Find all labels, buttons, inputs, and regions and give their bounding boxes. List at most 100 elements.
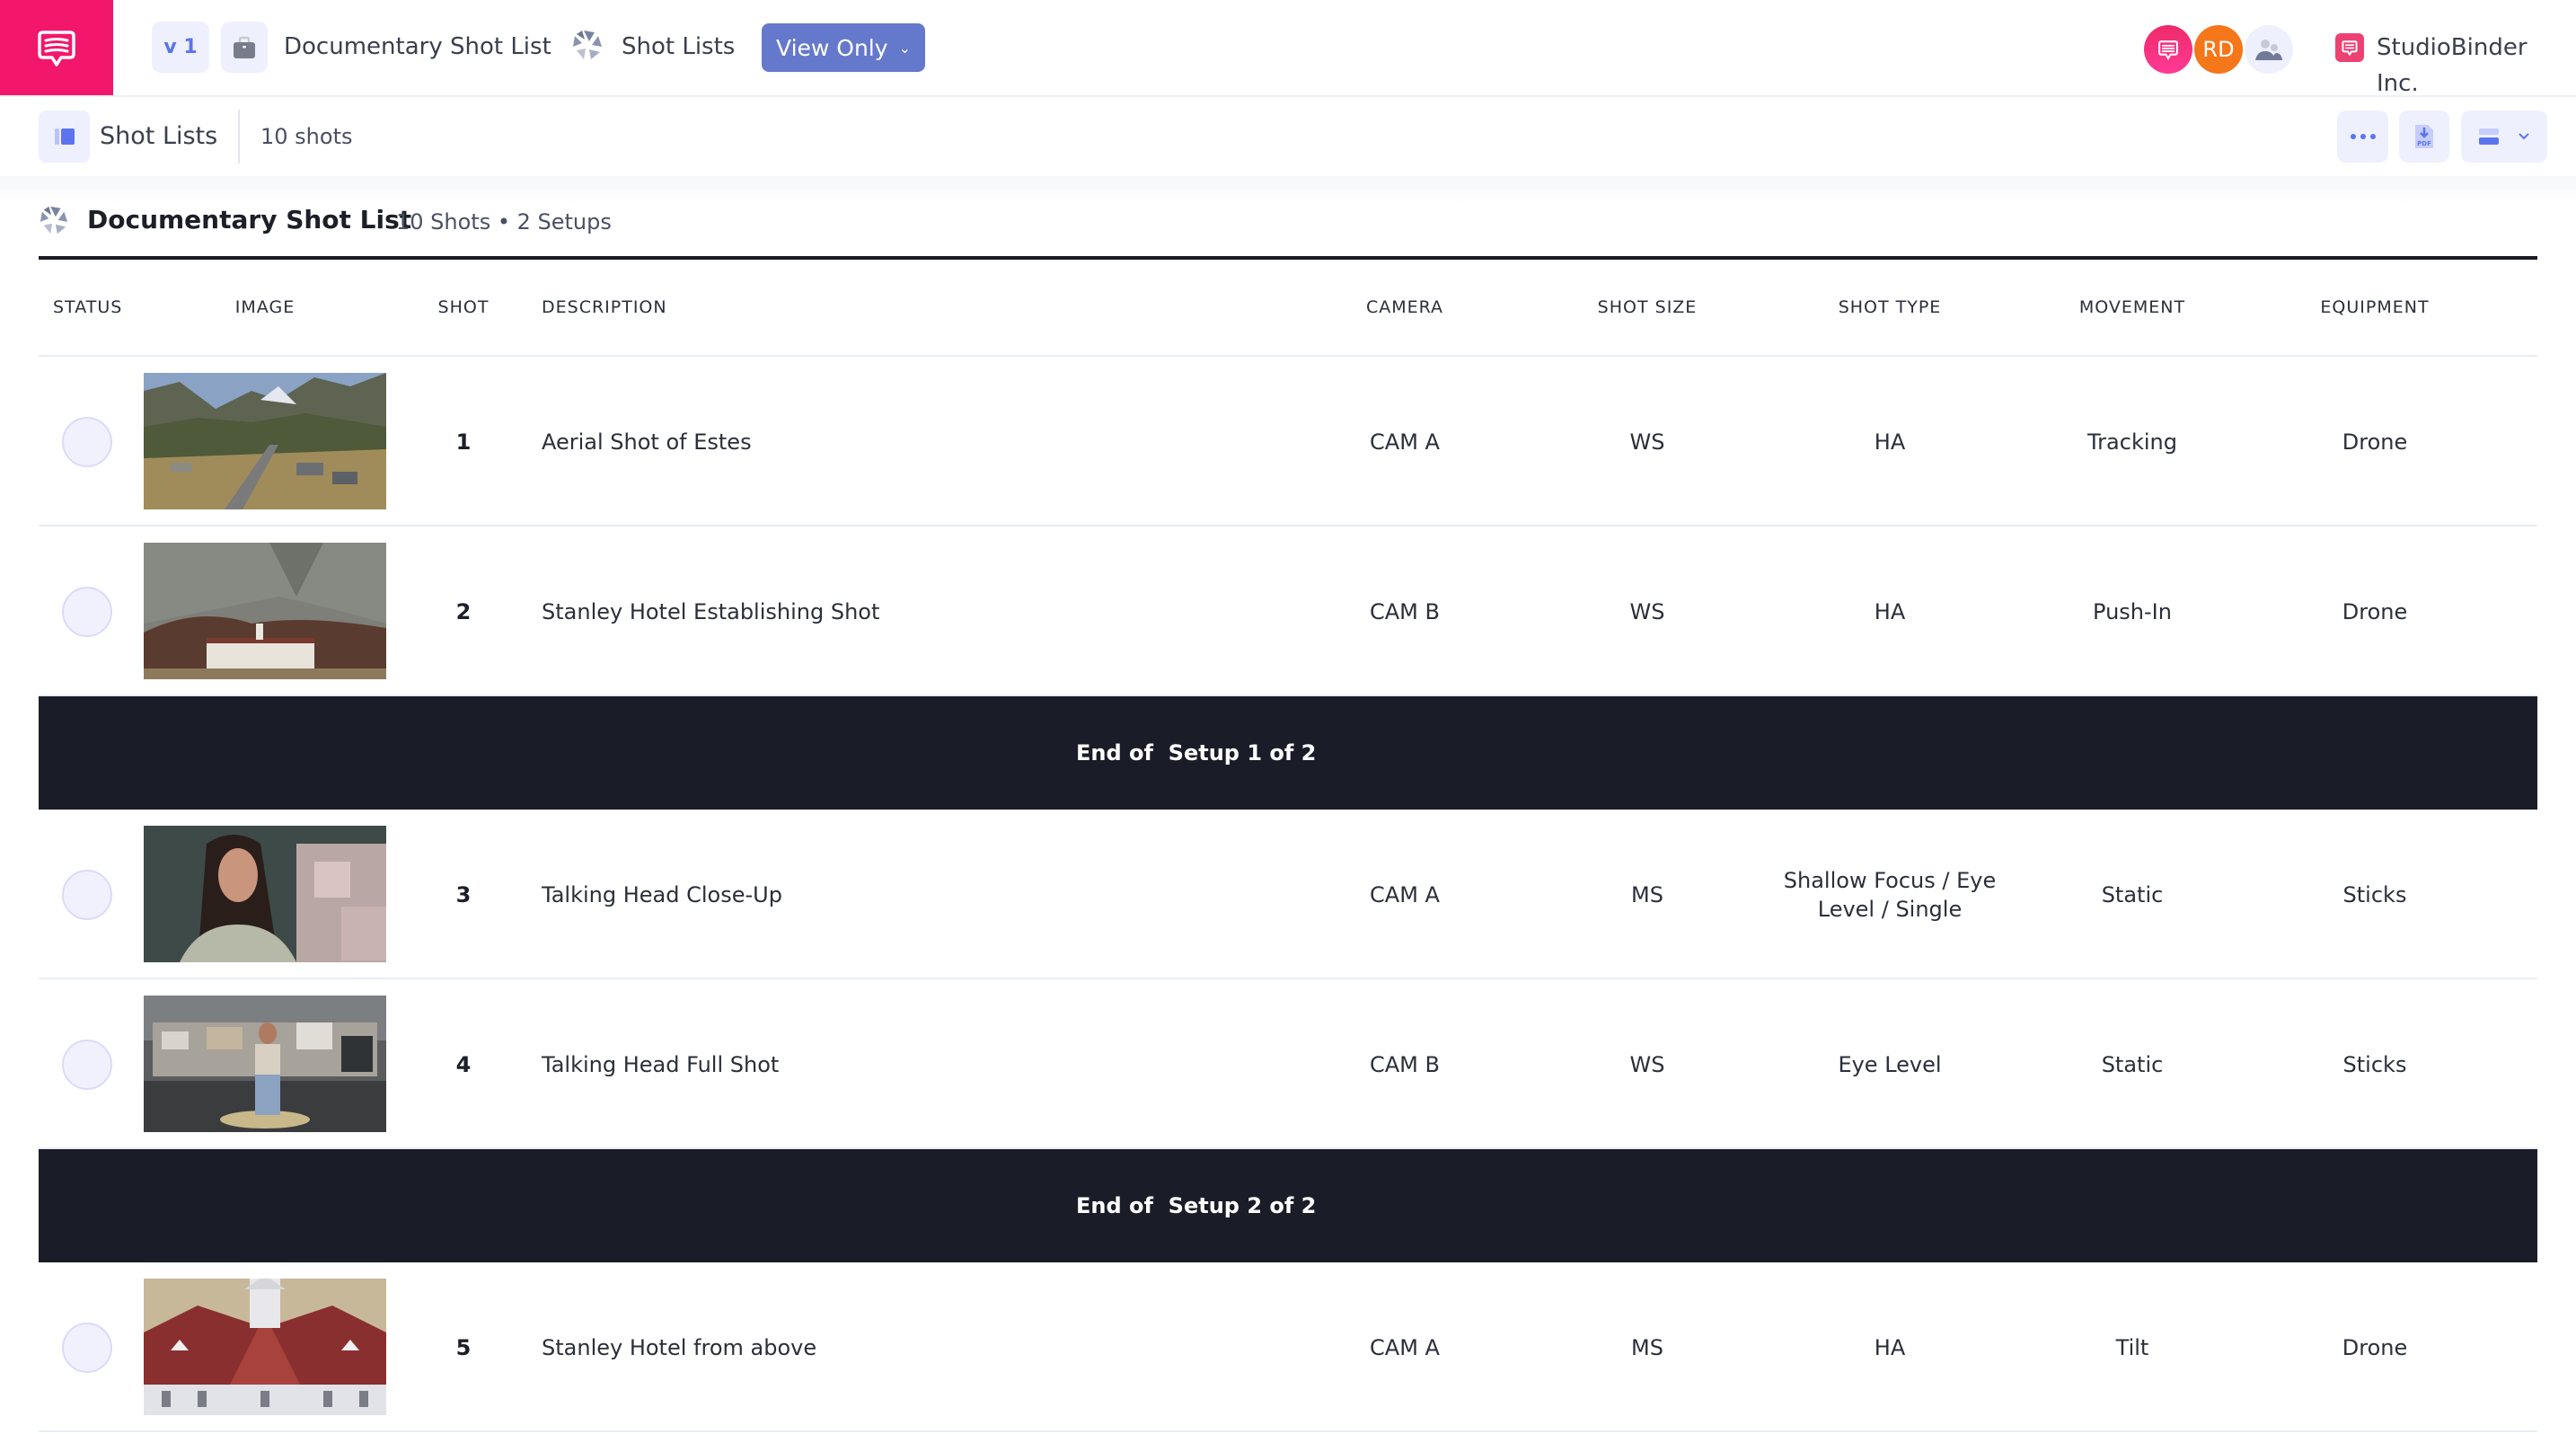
shot-camera[interactable]: CAM A (1370, 1262, 1440, 1432)
shot-image-hotel-roof[interactable] (144, 1279, 386, 1415)
top-navigation-bar: v 1 Documentary Shot List Shot Lists Vie… (0, 0, 2576, 97)
shot-size[interactable]: MS (1631, 1262, 1663, 1432)
more-options-button[interactable] (2337, 111, 2388, 163)
shot-image-hotel-mountain[interactable] (144, 543, 386, 679)
studiobinder-logo[interactable] (0, 0, 113, 95)
column-header-image[interactable]: IMAGE (235, 294, 295, 321)
shot-size[interactable]: MS (1631, 810, 1663, 979)
shot-type[interactable]: Eye Level (1755, 979, 2025, 1149)
shot-lists-breadcrumb[interactable]: Shot Lists (622, 29, 735, 65)
shot-equipment[interactable]: Drone (2342, 357, 2407, 527)
project-title-breadcrumb[interactable]: Documentary Shot List (284, 29, 551, 65)
table-row[interactable]: 4 Talking Head Full Shot CAM B WS Eye Le… (39, 979, 2537, 1149)
shot-equipment[interactable]: Drone (2342, 1262, 2407, 1432)
avatar-studiobinder[interactable] (2144, 25, 2192, 74)
table-row[interactable]: 3 Talking Head Close-Up CAM A MS Shallow… (39, 810, 2537, 979)
column-header-equipment[interactable]: EQUIPMENT (2320, 294, 2429, 321)
shot-description[interactable]: Talking Head Close-Up (542, 810, 782, 979)
shot-size[interactable]: WS (1630, 979, 1665, 1149)
status-toggle[interactable] (62, 587, 112, 637)
shot-image-mountain-town[interactable] (144, 373, 386, 509)
shot-size[interactable]: WS (1630, 357, 1665, 527)
table-row[interactable]: 5 Stanley Hotel from above CAM A MS HA T… (39, 1262, 2537, 1432)
version-badge[interactable]: v 1 (152, 22, 209, 73)
column-header-shot-type[interactable]: SHOT TYPE (1839, 294, 1942, 321)
chat-bubble-logo-icon (38, 31, 75, 66)
shot-type[interactable]: HA (1755, 527, 2025, 696)
chevron-down-icon (2519, 133, 2529, 140)
shot-lists-toolbar: Shot Lists 10 shots PDF (0, 97, 2576, 176)
shot-number: 2 (455, 598, 472, 624)
setup-divider: End of Setup 2 of 2 (39, 1149, 2537, 1262)
status-toggle[interactable] (62, 1323, 112, 1373)
shot-type[interactable]: Shallow Focus / Eye Level / Single (1755, 810, 2025, 979)
column-header-shot-size[interactable]: SHOT SIZE (1598, 294, 1698, 321)
view-only-label: View Only (776, 34, 888, 61)
sidebar-toggle-button[interactable] (39, 111, 90, 163)
shot-thumbnail-image (144, 543, 386, 679)
view-only-dropdown[interactable]: View Only ⌄ (762, 23, 925, 72)
shot-equipment[interactable]: Drone (2342, 527, 2407, 696)
shot-image-woman-closeup[interactable] (144, 826, 386, 962)
avatar-user-rd[interactable]: RD (2194, 25, 2243, 74)
column-header-shot[interactable]: SHOT (438, 294, 490, 321)
shot-movement[interactable]: Push-In (2093, 527, 2172, 696)
pdf-download-icon: PDF (2415, 125, 2433, 148)
shot-description[interactable]: Aerial Shot of Estes (542, 357, 752, 527)
table-row[interactable]: 2 Stanley Hotel Establishing Shot CAM B … (39, 527, 2537, 696)
shot-equipment[interactable]: Sticks (2343, 979, 2407, 1149)
setup-label: End of Setup 1 of 2 (1076, 740, 1317, 766)
version-label: v 1 (163, 36, 198, 58)
shot-list-title: Documentary Shot List (87, 205, 412, 235)
shot-number: 5 (455, 1334, 472, 1360)
chevron-down-icon: ⌄ (898, 39, 911, 57)
shot-equipment[interactable]: Sticks (2343, 810, 2407, 979)
table-header: STATUS IMAGE SHOT DESCRIPTION CAMERA SHO… (39, 260, 2537, 357)
shot-size[interactable]: WS (1630, 527, 1665, 696)
status-toggle[interactable] (62, 1040, 112, 1090)
shot-number: 4 (455, 1051, 472, 1077)
shot-list-meta: 10 Shots • 2 Setups (396, 209, 612, 235)
shot-count: 10 shots (260, 124, 353, 149)
shot-thumbnail-image (144, 373, 386, 509)
status-toggle[interactable] (62, 870, 112, 920)
shot-thumbnail-image (144, 996, 386, 1132)
shot-type[interactable]: HA (1755, 357, 2025, 527)
aperture-icon (40, 206, 68, 235)
svg-text:PDF: PDF (2417, 140, 2431, 147)
shot-movement[interactable]: Tilt (2116, 1262, 2149, 1432)
org-logo-icon (2335, 33, 2364, 62)
shot-thumbnail-image (144, 826, 386, 962)
more-dots-icon (2350, 134, 2376, 139)
shot-camera[interactable]: CAM A (1370, 810, 1440, 979)
shot-camera[interactable]: CAM A (1370, 357, 1440, 527)
shot-type[interactable]: HA (1755, 1262, 2025, 1432)
export-pdf-button[interactable]: PDF (2399, 111, 2449, 163)
shot-description[interactable]: Talking Head Full Shot (542, 979, 779, 1149)
status-toggle[interactable] (62, 417, 112, 467)
shot-description[interactable]: Stanley Hotel Establishing Shot (542, 527, 879, 696)
shot-movement[interactable]: Static (2102, 979, 2164, 1149)
view-mode-dropdown[interactable] (2461, 111, 2547, 163)
briefcase-icon (234, 36, 255, 58)
shot-camera[interactable]: CAM B (1370, 979, 1440, 1149)
column-header-camera[interactable]: CAMERA (1366, 294, 1443, 321)
team-members-button[interactable] (2245, 25, 2293, 74)
shot-image-woman-warehouse[interactable] (144, 996, 386, 1132)
column-header-status[interactable]: STATUS (53, 294, 122, 321)
column-header-movement[interactable]: MOVEMENT (2079, 294, 2185, 321)
shot-camera[interactable]: CAM B (1370, 527, 1440, 696)
organization-name[interactable]: StudioBinder Inc. (2377, 30, 2576, 102)
shot-movement[interactable]: Tracking (2087, 357, 2177, 527)
shot-number: 3 (455, 881, 472, 907)
column-header-description[interactable]: DESCRIPTION (542, 294, 667, 321)
shot-movement[interactable]: Static (2102, 810, 2164, 979)
aperture-icon (573, 31, 602, 59)
panel-icon (54, 128, 75, 145)
table-row[interactable]: 1 Aerial Shot of Estes CAM A WS HA Track… (39, 357, 2537, 527)
shot-description[interactable]: Stanley Hotel from above (542, 1262, 816, 1432)
avatar-initials: RD (2202, 37, 2235, 62)
project-icon-button[interactable] (221, 22, 268, 73)
shot-thumbnail-image (144, 1279, 386, 1415)
shot-lists-title[interactable]: Shot Lists (100, 119, 217, 155)
